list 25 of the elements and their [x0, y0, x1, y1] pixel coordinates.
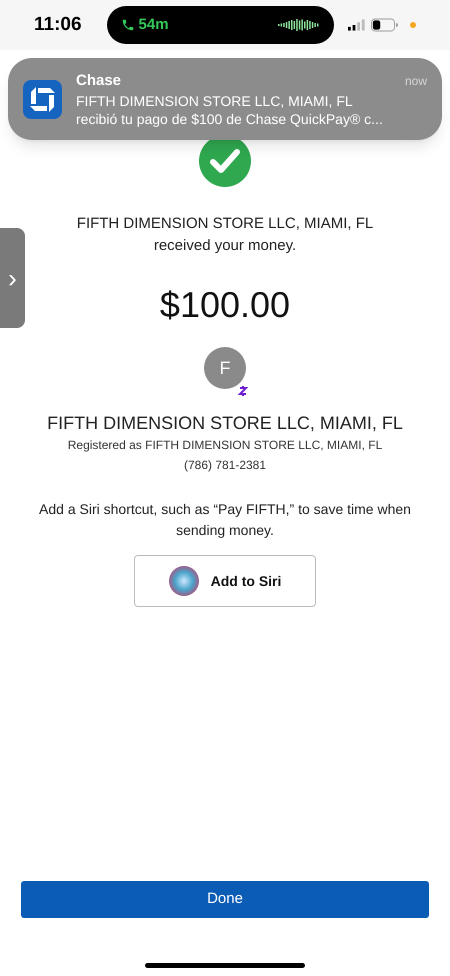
notification-app-name: Chase: [76, 70, 122, 91]
payment-amount: $100.00: [160, 283, 290, 327]
siri-hint: Add a Siri shortcut, such as “Pay FIFTH,” to save time when sending money.: [38, 500, 412, 540]
avatar-initial: F: [220, 356, 230, 380]
registered-name: Registered as FIFTH DIMENSION STORE LLC, MIAMI, FL: [68, 437, 382, 453]
recipient-phone: (786) 781-2381: [184, 457, 266, 473]
add-to-siri-button[interactable]: Add to Siri: [134, 555, 316, 607]
clock-time: 11:06: [34, 12, 82, 37]
battery-icon: [370, 18, 398, 32]
confirmation-message: FIFTH DIMENSION STORE LLC, MIAMI, FL received your money.: [76, 214, 374, 256]
recipient-name: FIFTH DIMENSION STORE LLC, MIAMI, FL: [47, 412, 403, 435]
bank-logo-icon: [23, 80, 62, 118]
signal-icon: [348, 19, 365, 31]
done-button[interactable]: Done: [21, 881, 429, 918]
dynamic-island[interactable]: 54m: [106, 6, 334, 44]
notification-banner[interactable]: Chase now FIFTH DIMENSION STORE LLC, MIAMI, FL recibió tu pago de $100 de Chase QuickPay® c...: [8, 58, 442, 140]
waveform-icon: [278, 19, 320, 31]
phone-icon: [120, 18, 135, 32]
notification-text: recibió tu pago de $100 de Chase QuickPay® c...: [76, 110, 384, 128]
siri-icon: [168, 566, 199, 596]
side-tab[interactable]: ›: [0, 228, 25, 328]
notification-text: FIFTH DIMENSION STORE LLC, MIAMI, FL: [76, 92, 354, 110]
call-duration: 54m: [138, 14, 169, 35]
zelle-icon: [236, 383, 250, 399]
notification-time: now: [404, 72, 427, 90]
